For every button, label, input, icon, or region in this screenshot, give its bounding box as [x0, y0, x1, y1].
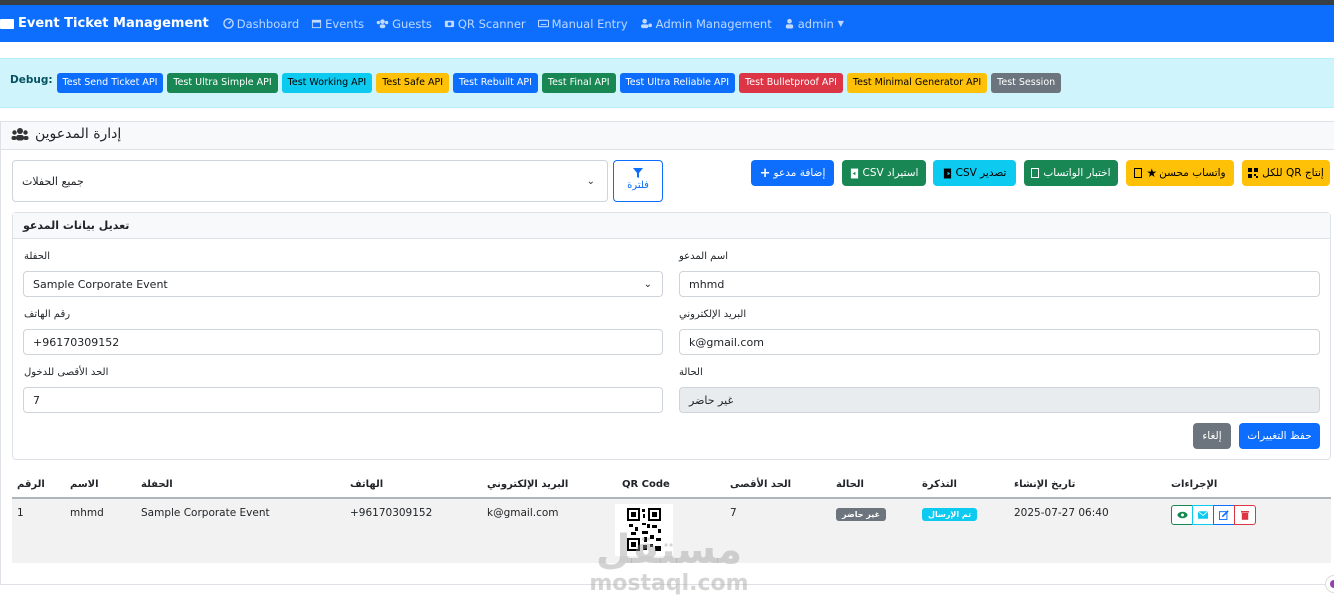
edit-icon	[1219, 510, 1229, 520]
send-email-button[interactable]	[1192, 505, 1214, 525]
eye-icon	[1176, 511, 1188, 519]
test-whatsapp-button[interactable]: اختبار الواتساب	[1024, 160, 1118, 186]
debug-button[interactable]: Test Rebuilt API	[453, 73, 538, 93]
hourglass-icon	[1031, 168, 1040, 178]
debug-button[interactable]: Test Send Ticket API	[56, 73, 164, 93]
user-cog-icon	[640, 18, 652, 29]
chat-bubble-icon[interactable]	[1325, 575, 1334, 593]
debug-button[interactable]: Test Minimal Generator API	[846, 73, 988, 93]
enhanced-whatsapp-button[interactable]: واتساب محسن ★	[1126, 160, 1234, 186]
chevron-down-icon: ⌄	[586, 176, 595, 187]
status-badge: غير حاضر	[836, 508, 886, 521]
debug-button[interactable]: Test Safe API	[376, 73, 450, 93]
add-guest-button[interactable]: إضافة مدعو +	[751, 160, 834, 186]
user-icon	[785, 18, 793, 29]
nav-user-dropdown[interactable]: admin ▼	[784, 17, 844, 31]
envelope-icon	[1198, 511, 1208, 519]
guest-name-input[interactable]: mhmd	[679, 271, 1320, 297]
toolbar: جميع الحفلات ⌄ فلترة إضافة مدعو + استيرا…	[1, 160, 1334, 202]
import-csv-button[interactable]: استيراد CSV	[842, 160, 926, 186]
debug-label: Debug:	[10, 74, 53, 86]
guests-card: إدارة المدعوين جميع الحفلات ⌄ فلترة إضاف…	[0, 121, 1334, 585]
caret-down-icon: ▼	[837, 19, 844, 28]
hourglass-icon	[1134, 168, 1143, 178]
qrcode-icon	[1248, 168, 1259, 178]
chevron-down-icon: ⌄	[643, 279, 652, 290]
users-icon	[376, 19, 389, 29]
nav-guests[interactable]: Guests	[376, 17, 432, 31]
calendar-icon	[312, 19, 322, 29]
debug-button[interactable]: Test Final API	[541, 73, 616, 93]
file-export-icon	[943, 168, 951, 178]
debug-button[interactable]: Test Working API	[281, 73, 373, 93]
nav-qr-scanner[interactable]: QR Scanner	[444, 17, 526, 31]
max-entry-input[interactable]: 7	[23, 387, 663, 413]
guest-name-label: اسم المدعو	[679, 251, 728, 262]
nav-dashboard[interactable]: Dashboard	[222, 17, 299, 31]
email-input[interactable]: k@gmail.com	[679, 329, 1320, 355]
nav-events[interactable]: Events	[311, 17, 364, 31]
generate-qr-all-button[interactable]: إنتاج QR للكل	[1242, 160, 1330, 186]
nav-admin-management[interactable]: Admin Management	[640, 17, 772, 31]
phone-input[interactable]: +96170309152	[23, 329, 663, 355]
ticket-badge: تم الإرسال	[922, 508, 978, 521]
plus-icon: +	[759, 165, 771, 181]
star-icon: ★	[1146, 166, 1158, 180]
debug-button[interactable]: Test Ultra Reliable API	[619, 73, 736, 93]
dashboard-icon	[222, 18, 234, 29]
debug-button[interactable]: Test Session	[991, 73, 1062, 93]
debug-bar: Debug: Test Send Ticket API Test Ultra Si…	[0, 58, 1334, 108]
file-import-icon	[850, 168, 858, 178]
page-title: إدارة المدعوين	[11, 126, 121, 142]
delete-button[interactable]	[1234, 505, 1256, 525]
debug-button[interactable]: Test Bulletproof API	[739, 73, 843, 93]
filter-button[interactable]: فلترة	[613, 160, 663, 202]
trash-icon	[1241, 511, 1249, 520]
nav-manual-entry[interactable]: Manual Entry	[537, 17, 628, 31]
edit-form-title: تعديل بيانات المدعو	[13, 213, 1330, 239]
export-csv-button[interactable]: تصدير CSV	[933, 160, 1016, 186]
cancel-button[interactable]: إلغاء	[1193, 423, 1231, 449]
brand[interactable]: Event Ticket Management	[0, 16, 209, 31]
brand-title: Event Ticket Management	[18, 16, 209, 31]
max-entry-label: الحد الأقصى للدخول	[24, 367, 109, 378]
event-label: الحفلة	[24, 251, 51, 262]
table-header: الرقم الاسم الحفلة الهاتف البريد الإلكتر…	[12, 471, 1331, 499]
camera-icon	[444, 20, 454, 28]
phone-label: رقم الهاتف	[24, 309, 71, 320]
filter-icon	[633, 168, 643, 178]
card-header: إدارة المدعوين	[1, 122, 1334, 150]
navbar: Event Ticket Management Dashboard Events…	[0, 5, 1334, 42]
status-label: الحالة	[679, 367, 703, 378]
email-label: البريد الإلكتروني	[679, 309, 747, 320]
edit-button[interactable]	[1213, 505, 1235, 525]
edit-guest-form: تعديل بيانات المدعو الحفلة Sample Corpor…	[12, 212, 1331, 460]
save-changes-button[interactable]: حفظ التغييرات	[1239, 423, 1320, 449]
event-filter-select[interactable]: جميع الحفلات ⌄	[12, 160, 608, 202]
watermark-logo: مستقل mostaql.com	[589, 527, 749, 596]
event-select[interactable]: Sample Corporate Event ⌄	[23, 271, 663, 297]
status-input: غير حاضر	[679, 387, 1320, 413]
ticket-icon	[0, 18, 14, 29]
debug-button[interactable]: Test Ultra Simple API	[167, 73, 278, 93]
view-button[interactable]	[1171, 505, 1193, 525]
debug-buttons: Test Send Ticket API Test Ultra Simple AP…	[56, 73, 1066, 93]
row-actions	[1171, 505, 1256, 525]
users-icon	[11, 128, 29, 141]
keyboard-icon	[537, 19, 549, 28]
